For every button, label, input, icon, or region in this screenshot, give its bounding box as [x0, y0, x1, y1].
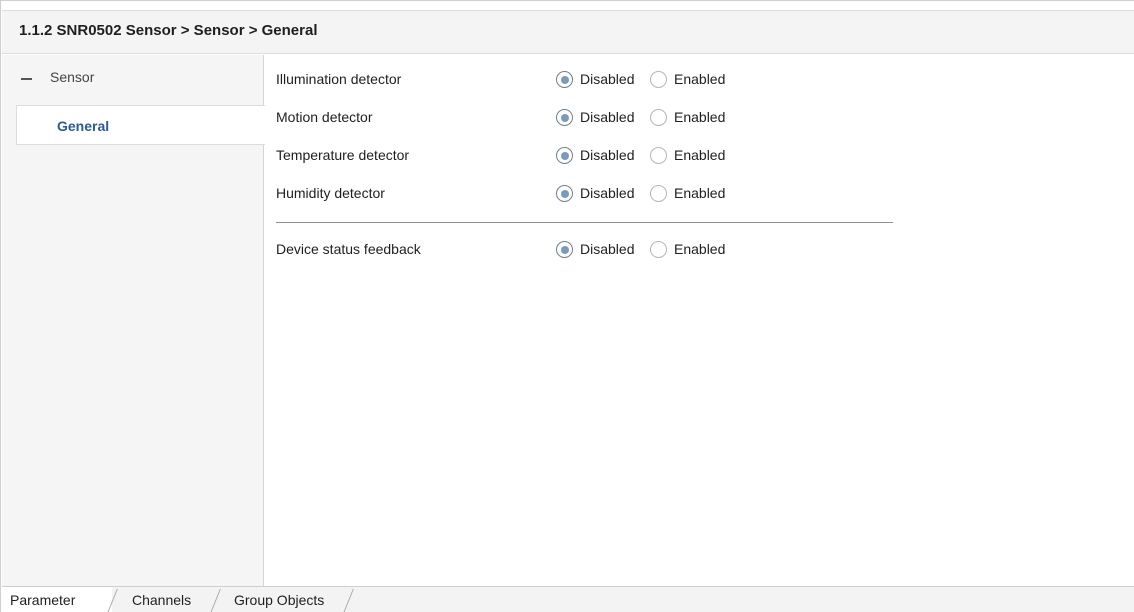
tab-group-objects[interactable]: Group Objects: [220, 587, 350, 612]
parameter-panel: Illumination detector Disabled Enabled M…: [265, 55, 1134, 586]
tree-item-general[interactable]: General: [16, 105, 265, 145]
title-bar: 1.1.2 SNR0502 Sensor > Sensor > General: [2, 10, 1134, 54]
tree-item-label: General: [57, 118, 110, 134]
radio-enabled[interactable]: [650, 147, 667, 164]
param-row-motion: Motion detector Disabled Enabled: [276, 105, 896, 129]
param-label: Motion detector: [276, 109, 373, 125]
param-row-illumination: Illumination detector Disabled Enabled: [276, 67, 896, 91]
radio-label-enabled[interactable]: Enabled: [674, 241, 725, 257]
radio-enabled[interactable]: [650, 109, 667, 126]
radio-label-disabled[interactable]: Disabled: [580, 71, 634, 87]
radio-label-enabled[interactable]: Enabled: [674, 147, 725, 163]
radio-label-disabled[interactable]: Disabled: [580, 109, 634, 125]
param-row-device-status: Device status feedback Disabled Enabled: [276, 237, 896, 261]
page-title: 1.1.2 SNR0502 Sensor > Sensor > General: [19, 22, 318, 39]
tree-node-label: Sensor: [50, 69, 95, 85]
param-label: Illumination detector: [276, 71, 402, 87]
tree-node-sensor[interactable]: Sensor: [2, 55, 263, 99]
window: 1.1.2 SNR0502 Sensor > Sensor > General …: [0, 0, 1134, 612]
tab-parameter[interactable]: Parameter: [2, 587, 112, 612]
param-label: Device status feedback: [276, 241, 421, 257]
collapse-minus-icon[interactable]: [21, 78, 32, 80]
radio-label-enabled[interactable]: Enabled: [674, 71, 725, 87]
radio-enabled[interactable]: [650, 71, 667, 88]
tab-label: Parameter: [10, 592, 76, 608]
tab-channels[interactable]: Channels: [116, 587, 220, 612]
bottom-tab-bar: Parameter Channels Group Objects: [2, 586, 1134, 612]
radio-disabled[interactable]: [556, 71, 573, 88]
param-row-humidity: Humidity detector Disabled Enabled: [276, 181, 896, 205]
param-label: Humidity detector: [276, 185, 385, 201]
radio-label-disabled[interactable]: Disabled: [580, 147, 634, 163]
radio-disabled[interactable]: [556, 147, 573, 164]
tab-label: Group Objects: [234, 592, 325, 608]
radio-disabled[interactable]: [556, 241, 573, 258]
radio-label-enabled[interactable]: Enabled: [674, 185, 725, 201]
radio-label-disabled[interactable]: Disabled: [580, 185, 634, 201]
param-row-temperature: Temperature detector Disabled Enabled: [276, 143, 896, 167]
radio-enabled[interactable]: [650, 185, 667, 202]
radio-label-enabled[interactable]: Enabled: [674, 109, 725, 125]
radio-label-disabled[interactable]: Disabled: [580, 241, 634, 257]
tab-label: Channels: [132, 592, 192, 608]
radio-disabled[interactable]: [556, 109, 573, 126]
radio-enabled[interactable]: [650, 241, 667, 258]
sidebar: Sensor General: [2, 55, 265, 586]
param-label: Temperature detector: [276, 147, 410, 163]
section-divider: [276, 222, 893, 223]
radio-disabled[interactable]: [556, 185, 573, 202]
